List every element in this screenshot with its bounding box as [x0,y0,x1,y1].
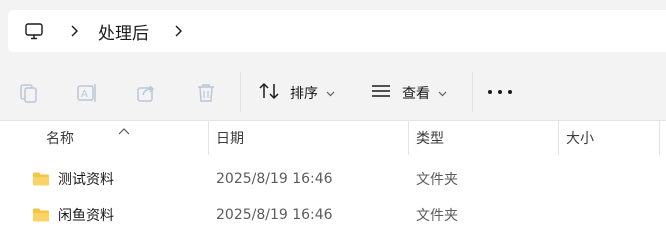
column-header: 名称 日期 类型 大小 [0,121,666,155]
column-type[interactable]: 类型 [416,121,444,155]
file-type: 文件夹 [416,208,458,224]
column-divider[interactable] [408,121,409,155]
file-date: 2025/8/19 16:46 [216,207,333,223]
file-list: 名称 日期 类型 大小 测试资料 2025/8/19 16:46 文件夹 闲鱼资… [0,120,666,245]
computer-icon[interactable] [24,10,44,52]
copy-icon[interactable] [16,81,40,105]
chevron-down-icon [326,85,335,101]
rename-icon[interactable]: A [75,81,99,105]
file-date: 2025/8/19 16:46 [216,171,333,187]
column-divider[interactable] [659,121,660,155]
sort-icon [258,80,280,106]
chevron-down-icon [438,85,447,101]
toolbar-divider [472,72,473,112]
file-name: 测试资料 [58,172,114,188]
share-icon[interactable] [134,81,158,105]
sort-label: 排序 [290,86,318,102]
address-bar[interactable]: 处理后 [8,10,666,52]
file-name: 闲鱼资料 [58,208,114,224]
svg-text:A: A [81,89,88,100]
column-name[interactable]: 名称 [46,121,74,155]
view-button[interactable]: 查看 [370,76,447,110]
toolbar-divider [240,72,241,112]
file-row[interactable]: 闲鱼资料 2025/8/19 16:46 文件夹 [0,197,666,233]
folder-icon [32,197,50,233]
column-divider[interactable] [558,121,559,155]
column-size[interactable]: 大小 [566,121,594,155]
view-icon [370,80,392,106]
sort-ascending-icon [118,121,130,140]
chevron-right-icon[interactable] [68,10,80,52]
column-divider[interactable] [208,121,209,155]
file-type: 文件夹 [416,172,458,188]
chevron-right-icon[interactable] [172,10,184,52]
file-row[interactable]: 测试资料 2025/8/19 16:46 文件夹 [0,161,666,197]
sort-button[interactable]: 排序 [258,76,335,110]
more-icon[interactable] [488,84,512,100]
column-date[interactable]: 日期 [216,121,244,155]
folder-icon [32,161,50,197]
view-label: 查看 [402,86,430,102]
breadcrumb-item[interactable]: 处理后 [98,10,149,52]
delete-icon[interactable] [194,81,218,105]
command-bar: A 排序 查看 [0,62,666,124]
